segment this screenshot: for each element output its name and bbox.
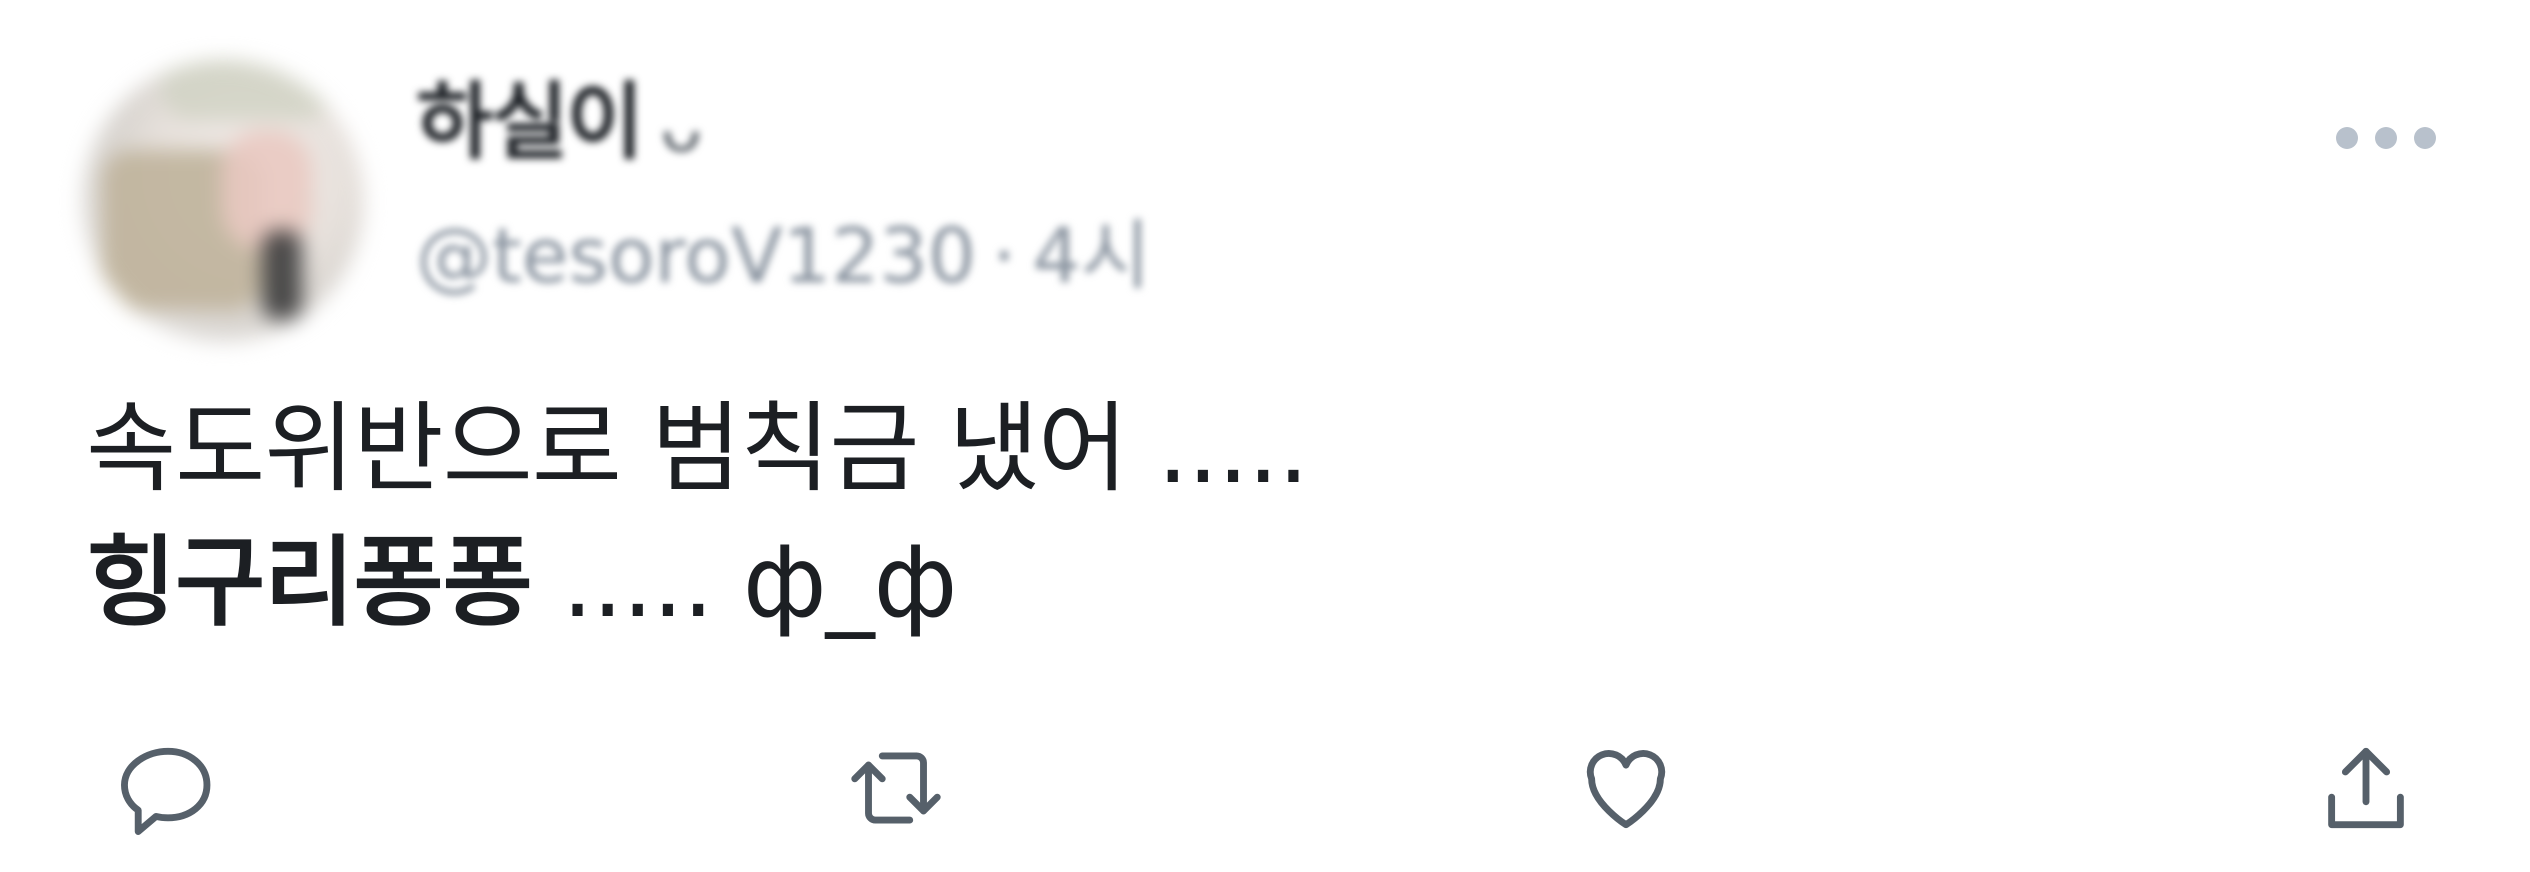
action-bar	[0, 728, 2530, 848]
tweet-text-line-1: 속도위반으로 범칙금 냈어 .....	[86, 392, 1309, 506]
heart-icon	[1586, 750, 1666, 829]
reply-button[interactable]	[108, 728, 228, 848]
reply-icon	[121, 747, 211, 835]
tweet-text-bold: 힝구리퐁퐁	[86, 526, 533, 640]
tweet-text-line-2: 힝구리퐁퐁 ..... ф_ф	[86, 516, 1308, 650]
retweet-button[interactable]	[836, 728, 956, 848]
like-button[interactable]	[1566, 728, 1686, 848]
more-options-button[interactable]	[2336, 118, 2436, 158]
more-horizontal-icon	[2414, 127, 2436, 149]
retweet-icon	[851, 752, 941, 824]
more-horizontal-icon	[2336, 127, 2358, 149]
share-icon	[2328, 747, 2404, 829]
handle[interactable]: @tesoroV1230	[416, 211, 976, 300]
tweet-text-rest: ..... ф_ф	[531, 526, 957, 640]
avatar[interactable]	[82, 60, 364, 342]
tweet-text: 속도위반으로 범칙금 냈어 ..... 힝구리퐁퐁 ..... ф_ф	[86, 382, 1309, 650]
display-name[interactable]: 하실이 ᴗ	[416, 80, 703, 164]
timestamp[interactable]: 4시	[1032, 211, 1150, 300]
display-name-text: 하실이	[416, 73, 644, 171]
name-emoji: ᴗ	[659, 86, 703, 168]
separator: ·	[992, 211, 1017, 300]
more-horizontal-icon	[2375, 127, 2397, 149]
handle-and-time: @tesoroV1230 · 4시	[416, 218, 1151, 294]
share-button[interactable]	[2306, 728, 2426, 848]
